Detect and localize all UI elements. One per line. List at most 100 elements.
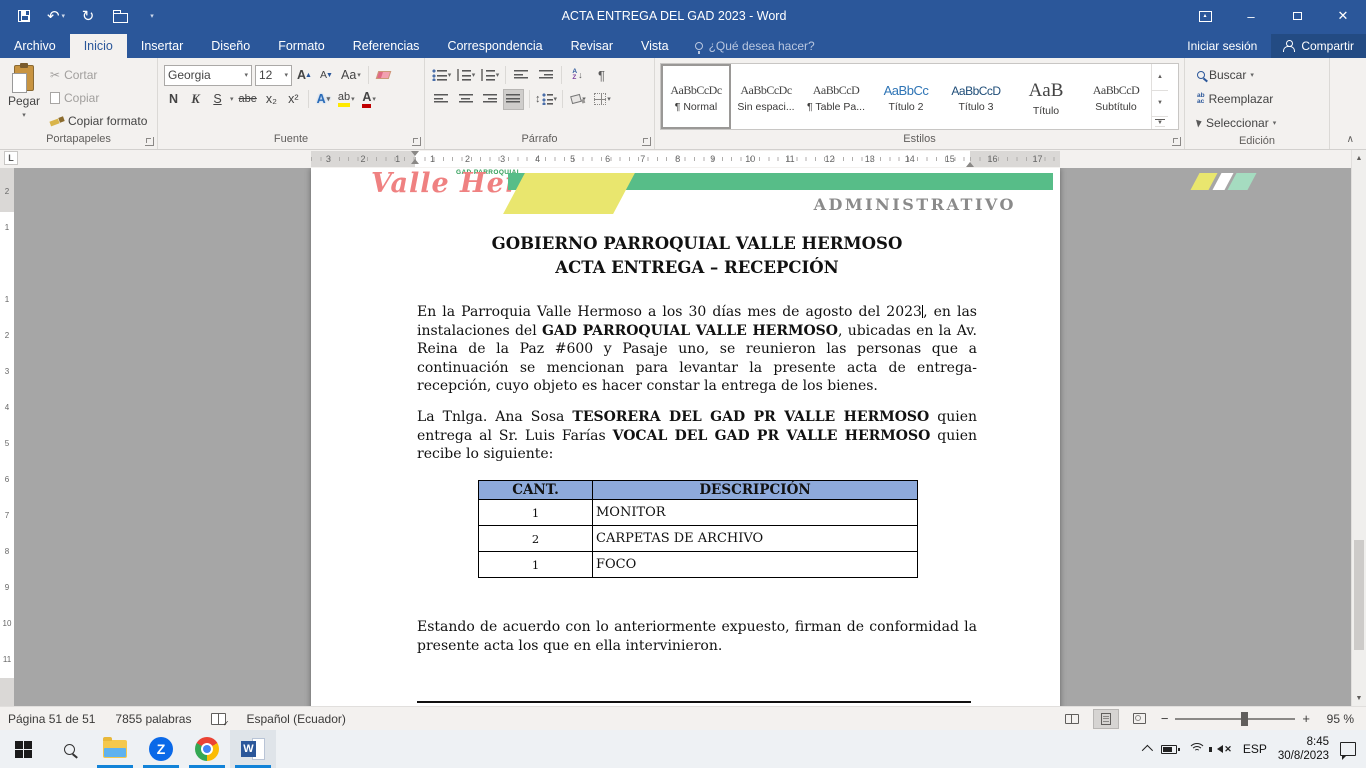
scroll-down-button[interactable]: ▼ — [1352, 690, 1366, 706]
restore-button[interactable] — [1274, 0, 1320, 32]
align-center-button[interactable] — [455, 89, 476, 110]
close-button[interactable]: ✕ — [1320, 0, 1366, 32]
undo-dropdown-arrow[interactable]: ▾ — [62, 12, 66, 20]
tab-referencias[interactable]: Referencias — [339, 34, 434, 58]
style-subtitle[interactable]: AaBbCcDSubtítulo — [1081, 64, 1151, 129]
tell-me-search[interactable]: ¿Qué desea hacer? — [683, 34, 827, 58]
vertical-ruler[interactable]: 2 1 1 2 3 4 5 6 7 8 9 10 11 — [0, 168, 14, 706]
horizontal-ruler[interactable]: 3 2 1 1 2 3 4 5 6 7 8 9 10 11 12 13 14 1… — [311, 151, 1060, 167]
change-case-arrow[interactable]: ▾ — [357, 71, 361, 79]
italic-button[interactable]: K — [186, 89, 205, 110]
bullets-button[interactable]: ▾ — [431, 65, 452, 86]
select-button[interactable]: Seleccionar▾ — [1193, 112, 1280, 134]
table-cell-desc[interactable]: MONITOR — [593, 500, 918, 526]
superscript-button[interactable]: x² — [284, 89, 303, 110]
font-name-dropdown-arrow[interactable]: ▾ — [244, 71, 248, 79]
vertical-scrollbar[interactable]: ▲ ▼ — [1351, 150, 1366, 706]
tab-vista[interactable]: Vista — [627, 34, 683, 58]
taskbar-search-button[interactable] — [46, 730, 92, 768]
taskbar-file-explorer[interactable] — [92, 730, 138, 768]
volume-muted-icon[interactable]: ✕ — [1217, 744, 1232, 755]
closing-paragraph[interactable]: Estando de acuerdo con lo anteriormente … — [417, 618, 977, 655]
font-size-combobox[interactable]: 12▾ — [255, 65, 292, 86]
tab-insertar[interactable]: Insertar — [127, 34, 197, 58]
document-title-line1[interactable]: GOBIERNO PARROQUIAL VALLE HERMOSO — [417, 234, 977, 253]
tab-formato[interactable]: Formato — [264, 34, 339, 58]
text-effects-arrow[interactable]: ▾ — [327, 95, 331, 103]
table-cell-desc[interactable]: CARPETAS DE ARCHIVO — [593, 526, 918, 552]
underline-button[interactable]: S — [208, 89, 227, 110]
paragraph-2[interactable]: La Tnlga. Ana Sosa TESORERA DEL GAD PR V… — [417, 408, 977, 464]
font-name-combobox[interactable]: Georgia▾ — [164, 65, 252, 86]
share-button[interactable]: Compartir — [1271, 34, 1366, 58]
paste-button[interactable]: Pegar ▾ — [2, 60, 46, 132]
grow-font-button[interactable]: A▲ — [295, 65, 314, 86]
shading-button[interactable]: ▾ — [568, 89, 589, 110]
zoom-slider[interactable] — [1175, 718, 1295, 720]
table-cell-qty[interactable]: 2 — [479, 526, 593, 552]
table-cell-qty[interactable]: 1 — [479, 500, 593, 526]
tab-stop-selector[interactable]: L — [4, 151, 18, 165]
keyboard-language[interactable]: ESP — [1243, 742, 1267, 756]
highlight-button[interactable]: ab▾ — [336, 89, 357, 110]
numbering-arrow[interactable]: ▾ — [472, 71, 476, 79]
justify-button[interactable] — [503, 89, 524, 110]
select-arrow[interactable]: ▾ — [1273, 119, 1277, 127]
align-left-button[interactable] — [431, 89, 452, 110]
align-right-button[interactable] — [479, 89, 500, 110]
customize-qat-button[interactable]: ▾ — [138, 3, 166, 29]
style-table-paragraph[interactable]: AaBbCcD¶ Table Pa... — [801, 64, 871, 129]
zoom-out-button[interactable]: − — [1161, 711, 1169, 726]
document-title-line2[interactable]: ACTA ENTREGA – RECEPCIÓN — [417, 258, 977, 277]
web-layout-button[interactable] — [1127, 709, 1153, 729]
language-indicator[interactable]: Español (Ecuador) — [246, 712, 345, 726]
underline-dropdown-arrow[interactable]: ▾ — [230, 95, 234, 103]
bullets-arrow[interactable]: ▾ — [448, 71, 452, 79]
taskbar-zimbra[interactable]: Z — [138, 730, 184, 768]
table-cell-qty[interactable]: 1 — [479, 552, 593, 578]
zoom-level[interactable]: 95 % — [1318, 712, 1354, 726]
styles-gallery-more-button[interactable]: ▼ — [1155, 119, 1165, 127]
read-mode-button[interactable] — [1059, 709, 1085, 729]
paste-dropdown-arrow[interactable]: ▾ — [22, 111, 26, 119]
font-color-button[interactable]: A▾ — [360, 89, 379, 110]
tab-diseno[interactable]: Diseño — [197, 34, 264, 58]
styles-dialog-launcher[interactable] — [1172, 137, 1181, 146]
items-table[interactable]: CANT. DESCRIPCIÓN 1 MONITOR 2 CARPETAS D… — [478, 480, 918, 578]
start-button[interactable] — [0, 730, 46, 768]
indent-marker[interactable] — [411, 151, 420, 167]
proofing-status-icon[interactable] — [211, 713, 226, 725]
word-count[interactable]: 7855 palabras — [115, 712, 191, 726]
sort-button[interactable]: AZ↓ — [567, 65, 588, 86]
style-no-spacing[interactable]: AaBbCcDcSin espaci... — [731, 64, 801, 129]
open-button[interactable] — [106, 3, 134, 29]
subscript-button[interactable]: x₂ — [262, 89, 281, 110]
shrink-font-button[interactable]: A▼ — [317, 65, 336, 86]
style-normal[interactable]: AaBbCcDc¶ Normal — [661, 64, 731, 129]
taskbar-clock[interactable]: 8:45 30/8/2023 — [1278, 735, 1329, 764]
font-color-arrow[interactable]: ▾ — [372, 95, 376, 103]
strikethrough-button[interactable]: abe — [237, 89, 259, 110]
show-paragraph-marks-button[interactable]: ¶ — [591, 65, 612, 86]
save-button[interactable] — [10, 3, 38, 29]
tab-inicio[interactable]: Inicio — [70, 34, 127, 58]
tab-archivo[interactable]: Archivo — [0, 34, 70, 58]
battery-icon[interactable] — [1161, 745, 1177, 754]
document-page[interactable]: GAD PARROQUIAL Valle Hermoso ADMINISTRAT… — [311, 168, 1060, 706]
scroll-up-button[interactable]: ▲ — [1352, 150, 1366, 166]
decrease-indent-button[interactable] — [511, 65, 532, 86]
line-spacing-arrow[interactable]: ▾ — [554, 95, 558, 103]
action-center-icon[interactable] — [1340, 742, 1356, 756]
scrollbar-thumb[interactable] — [1354, 540, 1364, 650]
cut-button[interactable]: ✂Cortar — [46, 64, 151, 86]
zoom-in-button[interactable]: + — [1302, 711, 1310, 726]
zoom-slider-thumb[interactable] — [1241, 712, 1248, 726]
sign-in-button[interactable]: Iniciar sesión — [1173, 34, 1271, 58]
collapse-ribbon-button[interactable]: ∧ — [1347, 134, 1354, 145]
paragraph-dialog-launcher[interactable] — [642, 137, 651, 146]
find-button[interactable]: Buscar▾ — [1193, 64, 1280, 86]
ribbon-display-options-button[interactable]: ▴ — [1182, 0, 1228, 32]
borders-button[interactable]: ▾ — [592, 89, 613, 110]
clipboard-dialog-launcher[interactable] — [145, 137, 154, 146]
undo-button[interactable]: ↶▾ — [42, 3, 70, 29]
